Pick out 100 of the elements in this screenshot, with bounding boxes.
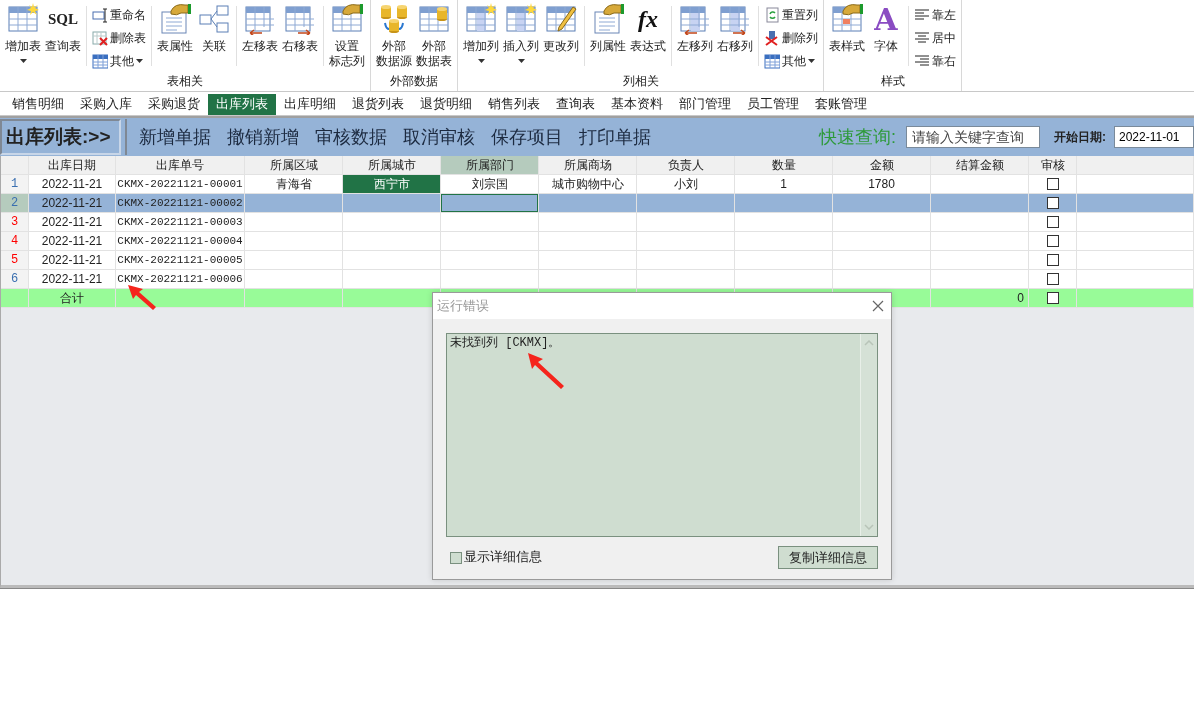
tab[interactable]: 采购退货 [140,94,208,115]
toolbar-button[interactable]: 保存项目 [491,125,563,149]
font-icon: A [874,1,898,37]
ribbon-button[interactable]: 关联 [195,0,233,54]
ribbon-button[interactable]: 外部 数据源 [374,0,414,69]
column-header[interactable]: 结算金额 [931,156,1029,175]
ribbon-button[interactable]: 靠左 [912,5,958,25]
checkbox[interactable] [1046,254,1059,266]
column-star-icon [505,3,537,35]
table-right-arrow-icon [284,3,316,35]
refresh-document-icon [764,7,780,23]
corner-cell [1,156,29,175]
tab[interactable]: 采购入库 [72,94,140,115]
column-header[interactable]: 所属商场 [539,156,637,175]
toolbar-button[interactable]: 取消审核 [403,125,475,149]
start-date-label: 开始日期: [1054,128,1106,146]
ribbon-button[interactable]: 其他 [762,51,820,71]
checkbox[interactable] [1046,292,1059,304]
column-header[interactable]: 出库日期 [29,156,116,175]
table-cell: CKMX-20221121-00003 [116,213,245,232]
column-header[interactable]: 负责人 [637,156,735,175]
tab[interactable]: 查询表 [548,94,603,115]
tab[interactable]: 出库列表 [208,94,276,115]
table-icon [92,53,108,69]
tab[interactable]: 基本资料 [603,94,671,115]
align-center-icon [914,30,930,46]
ribbon-button[interactable]: 重置列 [762,5,820,25]
tab[interactable]: 部门管理 [671,94,739,115]
sql-icon: SQL [48,10,78,28]
relation-icon [198,3,230,35]
ribbon-button[interactable]: 增加表 [3,0,43,63]
ribbon-button[interactable]: 删除列 [762,28,820,48]
document-hand-icon [159,3,191,35]
ribbon-button[interactable]: 左移表 [240,0,280,54]
ribbon-button[interactable]: A 字体 [867,0,905,54]
table-hand-icon [831,3,863,35]
annotation-arrow [128,285,156,310]
ribbon-button[interactable]: SQL 查询表 [43,0,83,54]
ribbon-button[interactable]: 列属性 [588,0,628,54]
tab[interactable]: 出库明细 [276,94,344,115]
ribbon-button[interactable]: 重命名 [90,5,148,25]
total-label: 合计 [29,289,116,308]
checkbox[interactable] [1046,235,1059,247]
ribbon-button[interactable]: 设置 标志列 [327,0,367,69]
search-field[interactable]: 请输入关键字查询 [906,126,1040,148]
table-cell: 0 [931,289,1029,308]
align-left-icon [914,7,930,23]
ribbon-button[interactable]: 表样式 [827,0,867,54]
ribbon-button[interactable]: 删除表 [90,28,148,48]
align-right-icon [914,53,930,69]
ribbon-button[interactable]: 表属性 [155,0,195,54]
group-label: 表相关 [166,73,204,90]
column-header[interactable]: 所属部门 [441,156,539,175]
row-number: 6 [1,270,29,289]
fx-icon: fx [638,5,658,33]
column-header[interactable]: 出库单号 [116,156,245,175]
toolbar-button[interactable]: 审核数据 [315,125,387,149]
checkbox[interactable] [1046,216,1059,228]
checkbox[interactable] [1046,178,1059,190]
column-header[interactable]: 金额 [833,156,931,175]
ribbon-button[interactable]: 外部 数据表 [414,0,454,69]
tab[interactable]: 退货明细 [412,94,480,115]
ribbon-button[interactable]: 居中 [912,28,958,48]
ribbon-button[interactable]: 靠右 [912,51,958,71]
ribbon-button[interactable]: 增加列 [461,0,501,63]
toolbar-button[interactable]: 新增单据 [139,125,211,149]
ribbon-button[interactable]: 更改列 [541,0,581,54]
tab[interactable]: 员工管理 [739,94,807,115]
tab[interactable]: 退货列表 [344,94,412,115]
checkbox[interactable] [1046,197,1059,209]
tab[interactable]: 销售明细 [4,94,72,115]
row-number: 4 [1,232,29,251]
toolbar-button[interactable]: 打印单据 [579,125,651,149]
group-label: 样式 [879,73,906,90]
tab[interactable]: 销售列表 [480,94,548,115]
date-field[interactable]: 2022-11-01 [1114,126,1194,148]
ribbon-button[interactable]: fx 表达式 [628,0,668,54]
table-database-icon [418,3,450,35]
column-delete-icon [764,30,780,46]
tab[interactable]: 套账管理 [807,94,875,115]
ribbon-button[interactable]: 其他 [90,51,148,71]
column-header[interactable]: 所属区域 [245,156,343,175]
column-header[interactable]: 数量 [735,156,833,175]
column-header[interactable]: 所属城市 [343,156,441,175]
checkbox[interactable] [1046,273,1059,285]
details-checkbox[interactable]: 显示详细信息 [446,549,546,566]
ribbon-button[interactable]: 插入列 [501,0,541,63]
toolbar-button[interactable]: 撤销新增 [227,125,299,149]
dialog-title: 运行错误 [437,297,489,315]
table-star-icon [7,3,39,35]
ribbon-button[interactable]: 左移列 [675,0,715,54]
ribbon-button[interactable]: 右移表 [280,0,320,54]
rename-icon [92,7,108,23]
row-number: 2 [1,194,29,213]
column-header[interactable]: 审核 [1029,156,1077,175]
copy-details-button[interactable]: 复制详细信息 [778,546,878,569]
table-cell: 2022-11-21 [29,213,116,232]
row-number: 5 [1,251,29,270]
close-button[interactable] [871,299,885,313]
ribbon-button[interactable]: 右移列 [715,0,755,54]
